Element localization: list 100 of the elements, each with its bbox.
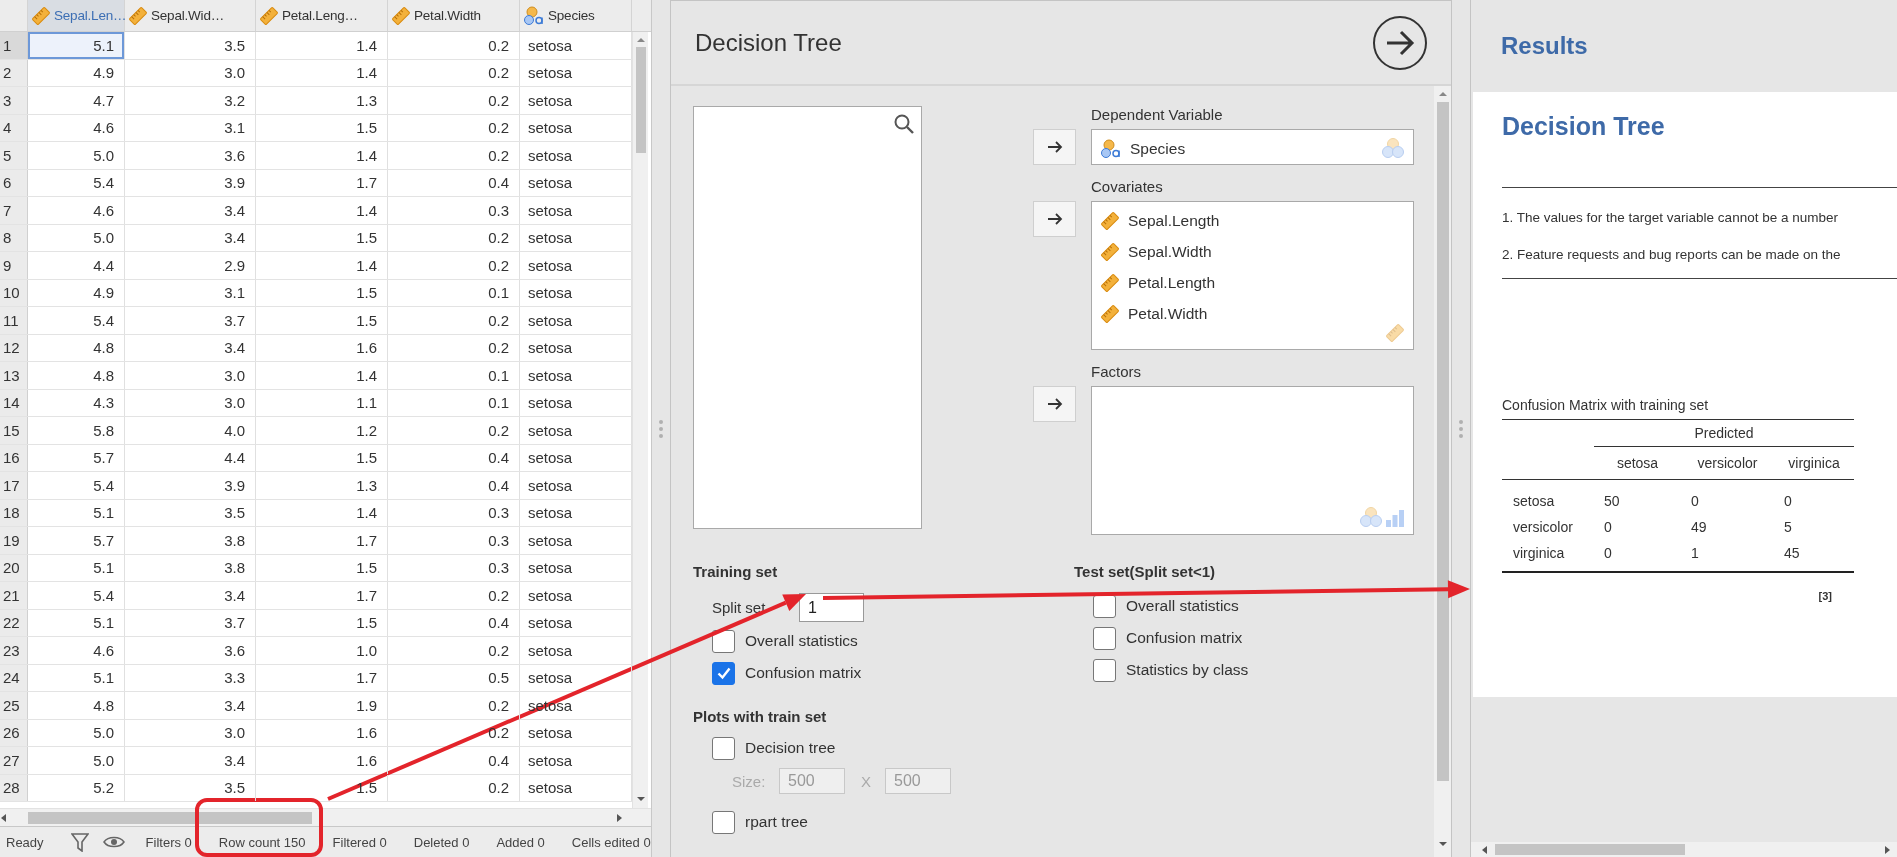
table-cell: 5.0	[28, 719, 125, 746]
table-cell: 3.4	[125, 747, 256, 774]
row-number: 18	[0, 499, 28, 526]
variable-name: Petal.Length	[1128, 273, 1216, 292]
table-cell: 3.4	[125, 582, 256, 609]
scroll-left-icon	[1481, 844, 1489, 855]
row-number: 24	[0, 664, 28, 691]
checkbox[interactable]	[712, 736, 735, 760]
variable-name: Species	[1130, 139, 1186, 158]
table-cell: 4.8	[28, 334, 125, 361]
section-heading: Test set(Split set<1)	[1074, 562, 1216, 582]
table-cell: 0.2	[388, 252, 520, 279]
field-label: Size:	[732, 772, 767, 790]
column-header[interactable]: Petal.Leng…	[256, 0, 388, 31]
row-number: 27	[0, 747, 28, 774]
table-cell: 0.3	[388, 499, 520, 526]
table-cell: 1.5	[256, 554, 388, 581]
checkbox[interactable]	[1093, 594, 1116, 618]
status-text: Ready	[6, 834, 44, 850]
table-cell: 0.2	[388, 59, 520, 86]
note-text: 2. Feature requests and bug reports can be made on the	[1502, 246, 1842, 264]
variable-name: Petal.Width	[1128, 304, 1208, 323]
move-button[interactable]	[1033, 201, 1076, 237]
table-cell: 5.0	[28, 224, 125, 251]
column-header[interactable]: Sepal.Len…	[28, 0, 125, 31]
checkbox-label: Statistics by class	[1126, 661, 1249, 679]
move-button[interactable]	[1033, 129, 1076, 165]
status-counter: Added 0	[496, 834, 545, 850]
checkbox[interactable]	[712, 810, 735, 834]
table-cell: 5.1	[28, 609, 125, 636]
status-counter: Filtered 0	[332, 834, 387, 850]
table-cell: 5.1	[28, 554, 125, 581]
row-number: 15	[0, 417, 28, 444]
scrollbar-thumb[interactable]	[1495, 844, 1685, 855]
arrow-right-icon	[1046, 398, 1063, 410]
row-label: versicolor	[1512, 518, 1574, 537]
table-cell: 0.1	[388, 389, 520, 416]
scrollbar-thumb[interactable]	[635, 47, 646, 153]
table-cell: 3.7	[125, 307, 256, 334]
status-counter: Filters 0	[145, 834, 192, 850]
column-header: setosa	[1594, 446, 1681, 479]
row-number: 26	[0, 719, 28, 746]
table-cell: 1.7	[256, 582, 388, 609]
table-cell: 1.6	[256, 334, 388, 361]
table-cell: 1.4	[256, 362, 388, 389]
table-cell: 3.1	[125, 279, 256, 306]
table-cell: 3.3	[125, 664, 256, 691]
run-button[interactable]	[1373, 15, 1427, 70]
table-cell: 1.7	[256, 169, 388, 196]
scroll-up-icon	[1437, 89, 1448, 99]
checkbox-label: Overall statistics	[1126, 597, 1239, 615]
table-cell: 3.0	[125, 59, 256, 86]
column-header[interactable]: Sepal.Wid…	[125, 0, 256, 31]
table-cell: 3.0	[125, 719, 256, 746]
row-number: 28	[0, 774, 28, 801]
table-cell: 0.3	[388, 197, 520, 224]
table-cell-text: 0	[1603, 518, 1613, 537]
target-box[interactable]: Species	[1091, 129, 1414, 165]
scroll-right-icon	[615, 812, 623, 823]
table-cell: 1.4	[256, 59, 388, 86]
table-cell-text: 5	[1783, 518, 1793, 537]
row-label: setosa	[1502, 479, 1594, 514]
scrollbar-thumb[interactable]	[1436, 102, 1449, 781]
scrollbar-thumb[interactable]	[28, 811, 312, 824]
table-cell: 1.5	[256, 279, 388, 306]
table-cell: 1.3	[256, 87, 388, 114]
status-counter: Cells edited 0	[571, 834, 651, 850]
target-box[interactable]: Sepal.Length Sepal.Width Petal.Length Petal.Width	[1091, 201, 1414, 350]
checkbox[interactable]	[712, 661, 735, 685]
column-header[interactable]: Petal.Width	[388, 0, 520, 31]
box-label: Dependent Variable	[1091, 106, 1224, 124]
note-text: 1. The values for the target variable cannot be a number	[1502, 209, 1839, 227]
table-cell: 0.2	[388, 142, 520, 169]
split-field[interactable]: 1	[799, 593, 864, 622]
checkbox[interactable]	[1093, 626, 1116, 650]
table-cell: 5.4	[28, 582, 125, 609]
table-cell: 1.9	[256, 692, 388, 719]
row-number: 11	[0, 307, 28, 334]
table-cell: 0	[1774, 479, 1854, 514]
table-cell: 3.5	[125, 499, 256, 526]
row-number: 5	[0, 142, 28, 169]
table-cell: 0.2	[388, 637, 520, 664]
table-cell: 1.4	[256, 197, 388, 224]
column-header[interactable]: Species	[520, 0, 632, 31]
table-cell: 4.9	[28, 59, 125, 86]
results-title: Results	[1501, 32, 1588, 60]
table-cell: 0.2	[388, 87, 520, 114]
move-button[interactable]	[1033, 386, 1076, 422]
table-cell: 1.3	[256, 472, 388, 499]
table-cell: 1.7	[256, 527, 388, 554]
row-number: 2	[0, 59, 28, 86]
table-cell: 0.2	[388, 692, 520, 719]
row-number: 14	[0, 389, 28, 416]
scroll-down-icon	[1437, 839, 1448, 849]
table-cell: 0	[1594, 540, 1681, 572]
search-icon	[893, 113, 915, 135]
table-cell: 5.0	[28, 747, 125, 774]
table-cell: 1.2	[256, 417, 388, 444]
checkbox[interactable]	[1093, 658, 1116, 682]
table-cell: 1.4	[256, 142, 388, 169]
